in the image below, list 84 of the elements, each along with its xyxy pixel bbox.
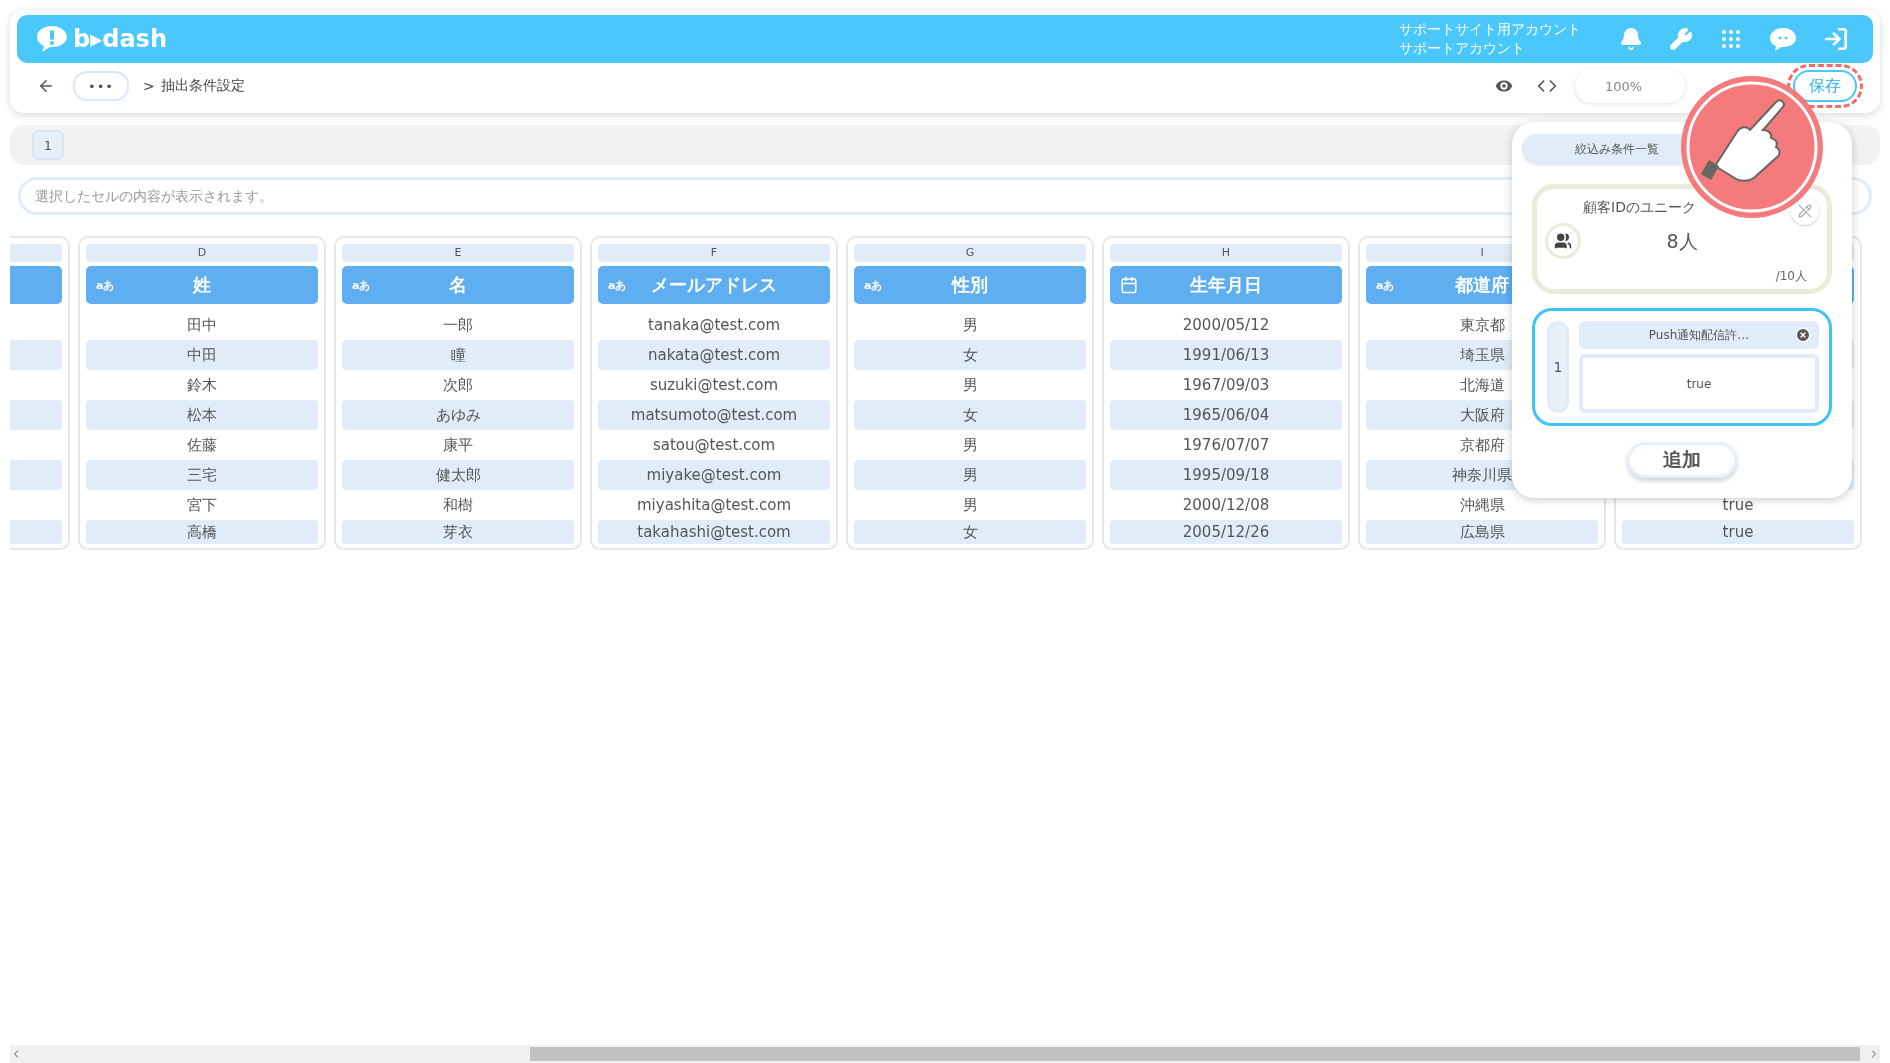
account-name: サポートサイト用アカウント xyxy=(1399,20,1581,39)
table-cell-text: 一郎 xyxy=(442,315,474,336)
table-cell-text: 宮下 xyxy=(186,495,218,516)
column-header[interactable]: aあ メールアドレス xyxy=(598,266,830,304)
logo-bubble-icon xyxy=(35,24,69,54)
table-cell-text: 東京都 xyxy=(1458,315,1506,336)
table-cell-text: 次郎 xyxy=(442,375,474,396)
type-label: aあ xyxy=(864,277,883,293)
table-cell: 芽衣 xyxy=(342,520,574,544)
table-cell: 中田 xyxy=(86,340,318,370)
table-cell-text: 2000/05/12 xyxy=(1181,315,1271,336)
table-cell-text: tanaka@test.com xyxy=(647,315,781,336)
table-cell-text: 佐藤 xyxy=(186,435,218,456)
condition-index: 1 xyxy=(1547,321,1569,413)
table-cell-text: 男 xyxy=(961,495,979,516)
table-cell: miyake@test.com xyxy=(598,460,830,490)
type-label: aあ xyxy=(1376,277,1395,293)
account-name: サポートアカウント xyxy=(1399,39,1526,58)
column-letter: G xyxy=(854,244,1086,262)
logo-text: b▸dash xyxy=(73,25,167,53)
table-cell: 三宅 xyxy=(86,460,318,490)
table-cell: nakata@test.com xyxy=(598,340,830,370)
table-cell: 瞳 xyxy=(342,340,574,370)
column-header[interactable]: aあ 名 xyxy=(342,266,574,304)
table-cell-text: 田中 xyxy=(186,315,218,336)
table-cell-text: 2000/12/08 xyxy=(1181,495,1271,516)
table-cell: 1965/06/04 xyxy=(1110,400,1342,430)
table-cell-text: true xyxy=(1721,495,1755,516)
table-cell-text: suzuki@test.com xyxy=(648,375,780,396)
table-cell-text: 沖縄県 xyxy=(1458,495,1506,516)
close-icon[interactable] xyxy=(1795,327,1811,343)
table-cell: 女 xyxy=(854,400,1086,430)
table-cell: 女 xyxy=(854,340,1086,370)
breadcrumb-separator: > xyxy=(143,78,155,94)
summary-total: /10人 xyxy=(1775,268,1807,285)
condition-name: Push通知配信許… xyxy=(1579,321,1819,349)
column-letter: F xyxy=(598,244,830,262)
table-cell-text: miyashita@test.com xyxy=(636,495,792,516)
table-cell: 健太郎 xyxy=(342,460,574,490)
table-cell: 高橋 xyxy=(86,520,318,544)
table-cell: matsumoto@test.com xyxy=(598,400,830,430)
table-cell-text: 1967/09/03 xyxy=(1181,375,1271,396)
table-cell-text: 男 xyxy=(961,375,979,396)
table-cell: 広島県 xyxy=(1366,520,1598,544)
table-cell: 1991/06/13 xyxy=(1110,340,1342,370)
add-button[interactable]: 追加 xyxy=(1627,442,1737,478)
column-letter: E xyxy=(342,244,574,262)
table-cell: 男 xyxy=(854,460,1086,490)
table-cell: あゆみ xyxy=(342,400,574,430)
table-cell-text: 男 xyxy=(961,435,979,456)
type-label: aあ xyxy=(96,277,115,293)
column-header[interactable]: aあ 姓 xyxy=(86,266,318,304)
table-cell: takahashi@test.com xyxy=(598,520,830,544)
sheet-tab[interactable]: 1 xyxy=(32,130,64,160)
horizontal-scrollbar[interactable] xyxy=(10,1045,1880,1063)
column-letter: H xyxy=(1110,244,1342,262)
table-cell-text: 男 xyxy=(961,315,979,336)
scroll-thumb[interactable] xyxy=(530,1047,1860,1061)
table-cell-text: 北海道 xyxy=(1458,375,1506,396)
pencil-off-icon[interactable] xyxy=(1791,197,1819,225)
table-cell-text: 和樹 xyxy=(442,495,474,516)
table-cell: 女 xyxy=(854,520,1086,544)
table-cell-text: 1976/07/07 xyxy=(1181,435,1271,456)
table-cell: true xyxy=(1622,520,1854,544)
type-label: aあ xyxy=(352,277,371,293)
column-header[interactable]: aあ 性別 xyxy=(854,266,1086,304)
summary-title: 顧客IDのユニーク xyxy=(1583,199,1696,217)
table-cell: 松本 xyxy=(86,400,318,430)
page-title: 抽出条件設定 xyxy=(160,77,245,95)
more-button[interactable]: ••• xyxy=(73,71,129,101)
column-letter: D xyxy=(86,244,318,262)
type-label: aあ xyxy=(608,277,627,293)
summary-count: 8人 xyxy=(1666,229,1698,254)
table-cell: 1995/09/18 xyxy=(1110,460,1342,490)
calendar-icon xyxy=(1120,276,1138,294)
table-cell-text: 康平 xyxy=(442,435,474,456)
table-cell-text: 京都府 xyxy=(1458,435,1506,456)
table-cell: 2005/12/26 xyxy=(1110,520,1342,544)
column-header[interactable]: 生年月日 xyxy=(1110,266,1342,304)
table-cell-text: satou@test.com xyxy=(651,435,777,456)
condition-value: true xyxy=(1579,354,1819,413)
zoom-field[interactable]: 100% xyxy=(1575,69,1685,103)
people-icon xyxy=(1545,223,1581,259)
table-cell-text: 鈴木 xyxy=(186,375,218,396)
